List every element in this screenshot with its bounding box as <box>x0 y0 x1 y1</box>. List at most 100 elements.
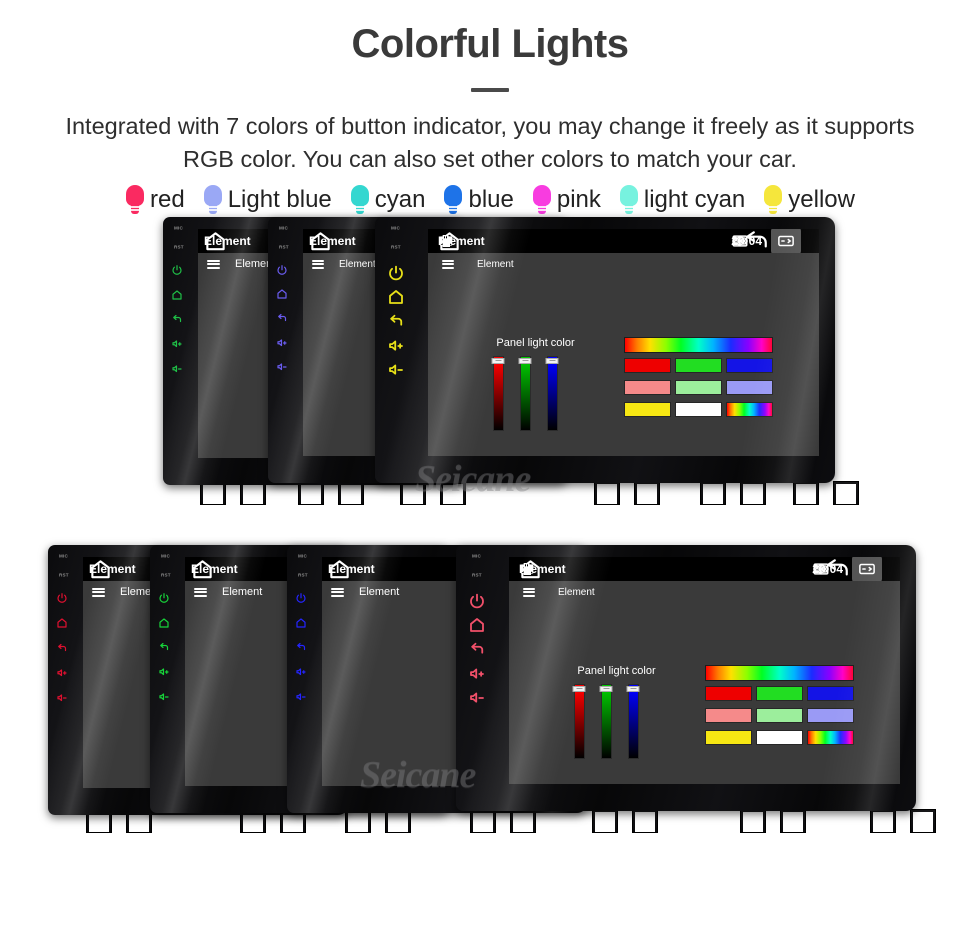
hamburger-icon[interactable] <box>331 587 344 597</box>
blue-slider-thumb[interactable] <box>626 685 640 692</box>
hamburger-icon[interactable] <box>92 587 105 597</box>
rainbow-gradient-bar[interactable] <box>704 665 854 682</box>
red-slider-thumb[interactable] <box>491 357 505 364</box>
swatch-yellow[interactable] <box>704 730 752 746</box>
side-volume-down-icon[interactable] <box>171 362 183 374</box>
statusbar-back-arrow-icon[interactable] <box>824 557 850 582</box>
side-home-icon[interactable] <box>158 616 170 628</box>
statusbar-right: 20:04 <box>812 556 890 583</box>
swatch-salmon[interactable] <box>623 380 671 396</box>
swatch-mint[interactable] <box>755 708 803 724</box>
side-volume-up-icon[interactable] <box>276 337 288 349</box>
device-row1-unit-yellow[interactable]: MIC RST Element 20:04 Element Panel light col… <box>375 216 835 483</box>
side-home-icon[interactable] <box>387 288 405 306</box>
statusbar-home-icon[interactable] <box>89 557 112 580</box>
red-slider[interactable] <box>491 355 505 431</box>
side-back-icon[interactable] <box>387 312 405 330</box>
swatch-mint[interactable] <box>674 380 722 396</box>
swatch-white[interactable] <box>674 402 722 418</box>
side-back-icon[interactable] <box>468 640 486 658</box>
swatch-rainbow[interactable] <box>725 402 773 418</box>
side-home-icon[interactable] <box>276 288 288 300</box>
device-screen[interactable]: Element 20:04 Element Panel light color <box>509 556 900 784</box>
red-slider[interactable] <box>572 683 586 759</box>
green-slider-thumb[interactable] <box>599 685 613 692</box>
rainbow-gradient-bar[interactable] <box>623 337 773 354</box>
side-label-mic: MIC <box>278 226 288 232</box>
statusbar-home-icon[interactable] <box>309 229 332 252</box>
side-power-icon[interactable] <box>468 591 486 609</box>
statusbar-sdcard-icon[interactable] <box>519 561 535 577</box>
red-slider-thumb[interactable] <box>572 685 586 692</box>
swatch-green[interactable] <box>755 686 803 702</box>
bracket-opening <box>341 483 361 504</box>
green-slider[interactable] <box>518 355 532 431</box>
bulb-icon <box>203 184 223 215</box>
hamburger-icon[interactable] <box>207 259 220 269</box>
side-volume-down-icon[interactable] <box>468 689 486 707</box>
hamburger-icon[interactable] <box>523 587 535 597</box>
side-volume-down-icon[interactable] <box>158 690 170 702</box>
statusbar-screenshot-icon[interactable] <box>771 228 801 255</box>
statusbar-back-arrow-icon[interactable] <box>743 229 769 254</box>
side-back-icon[interactable] <box>276 312 288 324</box>
statusbar-home-icon[interactable] <box>191 557 214 580</box>
swatch-red[interactable] <box>704 686 752 702</box>
side-power-icon[interactable] <box>387 263 405 281</box>
side-volume-up-icon[interactable] <box>158 666 170 678</box>
green-slider-thumb[interactable] <box>518 357 532 364</box>
side-power-icon[interactable] <box>276 263 288 275</box>
swatch-green[interactable] <box>674 358 722 374</box>
swatch-yellow[interactable] <box>623 402 671 418</box>
side-back-icon[interactable] <box>56 642 68 654</box>
side-back-icon[interactable] <box>158 641 170 653</box>
side-power-icon[interactable] <box>295 592 307 604</box>
device-row2-unit-pink[interactable]: MIC RST Element 20:04 Element Panel light col… <box>456 544 916 811</box>
green-slider[interactable] <box>599 683 613 759</box>
side-volume-up-icon[interactable] <box>56 666 68 678</box>
statusbar-screenshot-icon[interactable] <box>852 556 882 583</box>
swatch-white[interactable] <box>755 730 803 746</box>
side-power-icon[interactable] <box>158 592 170 604</box>
side-back-icon[interactable] <box>171 313 183 325</box>
blue-slider-thumb[interactable] <box>545 357 559 364</box>
blue-slider[interactable] <box>545 355 559 431</box>
hamburger-icon[interactable] <box>194 587 207 597</box>
swatch-periwinkle[interactable] <box>806 708 854 724</box>
side-volume-down-icon[interactable] <box>387 361 405 379</box>
side-home-icon[interactable] <box>468 616 486 634</box>
side-home-icon[interactable] <box>295 616 307 628</box>
hamburger-icon[interactable] <box>312 259 324 269</box>
side-volume-down-icon[interactable] <box>295 690 307 702</box>
legend-label: cyan <box>374 185 426 213</box>
statusbar-home-icon[interactable] <box>204 229 227 252</box>
side-volume-up-icon[interactable] <box>295 666 307 678</box>
swatch-salmon[interactable] <box>704 708 752 724</box>
swatch-blue[interactable] <box>806 686 854 702</box>
legend-item-light-cyan: light cyan <box>610 184 754 215</box>
side-home-icon[interactable] <box>171 288 183 300</box>
device-screen[interactable]: Element 20:04 Element Panel light color <box>428 228 819 456</box>
statusbar-home-icon[interactable] <box>328 557 351 580</box>
side-volume-up-icon[interactable] <box>171 338 183 350</box>
mounting-bracket <box>740 808 766 833</box>
side-power-icon[interactable] <box>56 592 68 604</box>
side-volume-down-icon[interactable] <box>56 691 68 703</box>
blue-slider[interactable] <box>626 683 640 759</box>
bracket-opening <box>513 811 533 832</box>
swatch-periwinkle[interactable] <box>725 380 773 396</box>
bracket-opening <box>473 811 493 832</box>
side-power-icon[interactable] <box>171 264 183 276</box>
swatch-rainbow[interactable] <box>806 730 854 746</box>
swatch-red[interactable] <box>623 358 671 374</box>
side-volume-up-icon[interactable] <box>387 337 405 355</box>
statusbar-sdcard-icon[interactable] <box>438 233 454 249</box>
mounting-brackets <box>0 480 980 505</box>
hamburger-icon[interactable] <box>442 259 454 269</box>
app-bar: Element <box>428 252 819 275</box>
side-volume-down-icon[interactable] <box>276 361 288 373</box>
side-home-icon[interactable] <box>56 617 68 629</box>
side-volume-up-icon[interactable] <box>468 665 486 683</box>
swatch-blue[interactable] <box>725 358 773 374</box>
side-back-icon[interactable] <box>295 641 307 653</box>
